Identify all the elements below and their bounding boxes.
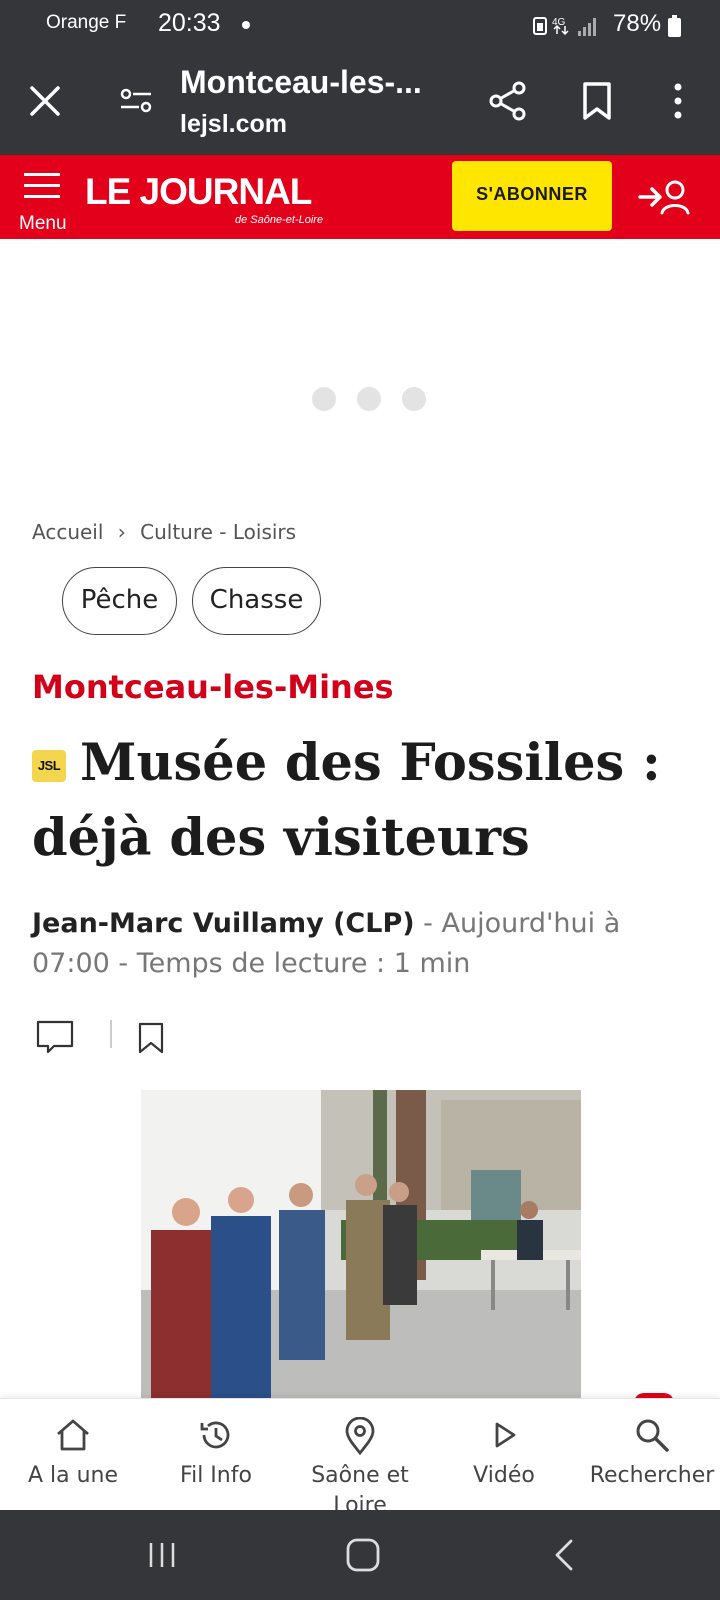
network-signal-icon: 4G [533,17,596,36]
breadcrumb: Accueil › Culture - Loisirs [32,520,296,544]
carrier-name: Orange F [46,12,127,33]
save-article-icon[interactable] [138,1022,164,1054]
loading-dot [312,387,336,411]
nav-rechercher[interactable]: Rechercher [584,1399,720,1511]
jsl-badge-icon: JSL [32,750,66,782]
article-location[interactable]: Montceau-les-Mines [32,668,394,706]
site-header: Menu LE JOURNAL de Saône-et-Loire S'ABON… [0,155,720,239]
clock: 20:33 [158,9,221,37]
nav-video[interactable]: Vidéo [444,1399,564,1511]
notification-dot-icon [242,21,250,29]
history-icon [200,1421,230,1449]
article-photo[interactable] [141,1090,581,1398]
account-login-icon[interactable] [638,175,690,219]
system-navigation-bar [0,1510,720,1600]
battery-level: 78% [613,10,662,37]
logo-tagline: de Saône-et-Loire [235,214,324,226]
nav-saone-et-loire[interactable]: Saône et Loire [300,1399,420,1518]
home-icon [57,1419,89,1451]
battery-icon [668,15,681,37]
browser-toolbar: Montceau-les-... lejsl.com [0,50,720,155]
recents-icon[interactable] [146,1540,178,1570]
site-logo[interactable]: LE JOURNAL de Saône-et-Loire [85,171,325,231]
ad-loading-indicator [312,387,432,413]
comment-icon[interactable] [36,1020,74,1054]
bottom-navigation: A la une Fil Info Saône et Loire Vidéo R… [0,1398,720,1518]
headline-text: Musée des Fossiles : déjà des visiteurs [32,733,661,868]
more-vert-icon[interactable] [660,78,696,124]
nav-label: Vidéo [473,1463,535,1488]
divider [110,1020,112,1048]
tag-chasse[interactable]: Chasse [192,567,321,635]
loading-dot [402,387,426,411]
loading-dot [357,387,381,411]
nav-a-la-une[interactable]: A la une [10,1399,136,1511]
close-icon[interactable] [24,80,66,122]
subscribe-button[interactable]: S'ABONNER [452,161,612,231]
hamburger-icon [24,173,60,198]
home-button-icon[interactable] [344,1536,382,1574]
nav-label: A la une [27,1463,119,1488]
menu-label: Menu [19,213,67,234]
article-headline: JSL Musée des Fossiles : déjà des visiteu… [32,726,692,876]
nav-fil-info[interactable]: Fil Info [156,1399,276,1511]
search-icon [636,1419,669,1452]
menu-button[interactable]: Menu [16,165,76,235]
chevron-right-icon: › [117,520,126,544]
play-icon [495,1422,516,1448]
share-icon[interactable] [485,78,531,124]
breadcrumb-section[interactable]: Culture - Loisirs [140,520,296,544]
bookmark-icon[interactable] [577,78,617,124]
svg-text:4G: 4G [552,17,566,28]
article-author[interactable]: Jean-Marc Vuillamy (CLP) [32,908,415,939]
page-title[interactable]: Montceau-les-... [180,64,422,101]
article-actions [32,1016,232,1056]
location-pin-icon [345,1417,375,1455]
back-icon[interactable] [552,1538,576,1572]
breadcrumb-home[interactable]: Accueil [32,520,103,544]
logo-wordmark: LE JOURNAL [85,171,312,212]
tag-peche[interactable]: Pêche [62,567,177,635]
nav-label: Fil Info [180,1463,252,1488]
page-url[interactable]: lejsl.com [180,110,287,139]
article-byline: Jean-Marc Vuillamy (CLP) - Aujourd'hui à… [32,904,682,984]
status-bar: Orange F 20:33 4G 78% [0,0,720,50]
site-settings-icon[interactable] [115,80,157,122]
nav-label: Rechercher [589,1463,715,1488]
